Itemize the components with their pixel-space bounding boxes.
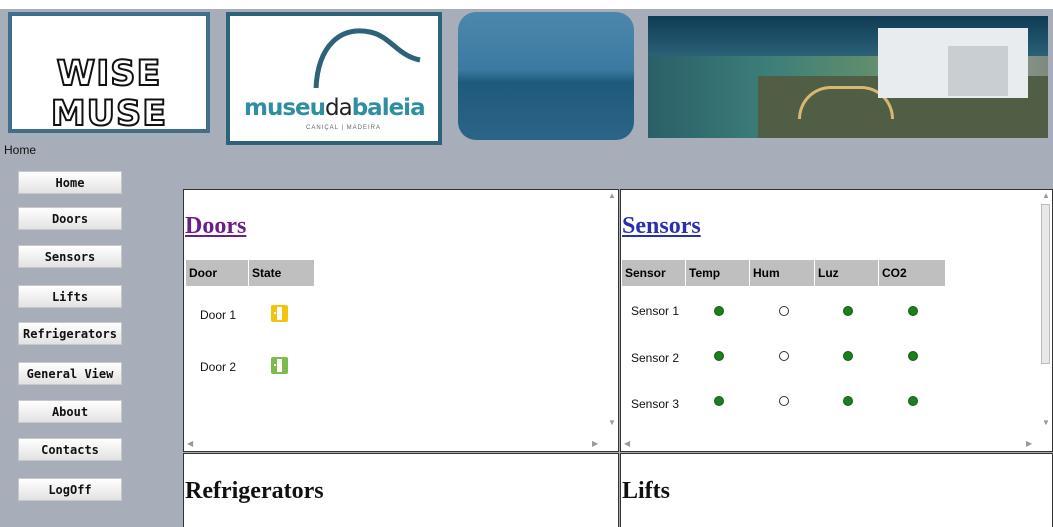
doors-header-state: State [249, 260, 314, 286]
sensors-header-sensor: Sensor [622, 260, 685, 286]
breadcrumb: Home [4, 143, 37, 157]
museum-name: museudabaleia [244, 95, 426, 121]
doors-panel: Doors Door State Door 1 Door 2 ▲ ▼ ◀ ▶ [183, 189, 619, 452]
sensors-horizontal-scrollbar[interactable]: ◀ ▶ [621, 438, 1039, 451]
sensors-header-luz: Luz [815, 260, 878, 286]
sensor-3-temp-status-icon [714, 396, 724, 406]
sensor-2-label: Sensor 2 [631, 351, 680, 365]
sensor-1-co2-status-icon [908, 306, 918, 316]
sensors-header-co2: CO2 [879, 260, 945, 286]
sensors-header-hum: Hum [750, 260, 814, 286]
sensors-title-link[interactable]: Sensors [622, 213, 701, 240]
nav-lifts-button[interactable]: Lifts [18, 285, 122, 308]
sensor-1-luz-status-icon [843, 306, 853, 316]
sensor-2-hum-status-icon [779, 351, 789, 361]
refrigerators-panel: Refrigerators [183, 453, 619, 527]
door-2-label: Door 2 [200, 360, 237, 374]
sensors-panel: Sensors Sensor Temp Hum Luz CO2 Sensor 1… [620, 189, 1053, 452]
nav-general-view-button[interactable]: General View [18, 362, 122, 385]
museum-photo [648, 16, 1048, 138]
museu-da-baleia-logo: museudabaleia CANIÇAL | MADEIRA [226, 12, 442, 145]
door-1-label: Door 1 [200, 308, 237, 322]
refrigerators-title: Refrigerators [185, 478, 324, 504]
nav-refrigerators-button[interactable]: Refrigerators [18, 322, 122, 345]
sensors-vertical-scrollbar[interactable]: ▲ ▼ [1039, 190, 1052, 438]
doors-header-door: Door [186, 260, 248, 286]
nav-contacts-button[interactable]: Contacts [18, 438, 122, 461]
museum-subtitle: CANIÇAL | MADEIRA [306, 125, 382, 131]
lifts-panel: Lifts [620, 453, 1053, 527]
nav-home-button[interactable]: Home [18, 171, 122, 194]
nav-sensors-button[interactable]: Sensors [18, 245, 122, 268]
whale-tail-icon [313, 28, 421, 89]
sensors-header-temp: Temp [686, 260, 749, 286]
top-strip [0, 0, 1053, 9]
sensor-3-label: Sensor 3 [631, 397, 680, 411]
wise-muse-logo: WISE MUSE [8, 12, 210, 135]
doors-title-link[interactable]: Doors [185, 213, 246, 240]
sensor-2-temp-status-icon [714, 351, 724, 361]
sensor-2-luz-status-icon [843, 351, 853, 361]
doors-horizontal-scrollbar[interactable]: ◀ ▶ [184, 438, 605, 451]
door-open-icon [271, 357, 288, 374]
lifts-title: Lifts [622, 478, 670, 504]
nav-doors-button[interactable]: Doors [18, 207, 122, 230]
sensor-1-temp-status-icon [714, 306, 724, 316]
door-closed-icon [271, 305, 288, 322]
sensor-3-co2-status-icon [908, 396, 918, 406]
doors-vertical-scrollbar[interactable]: ▲ ▼ [605, 190, 618, 438]
nav-logoff-button[interactable]: LogOff [18, 478, 122, 501]
nav-about-button[interactable]: About [18, 400, 122, 423]
wise-muse-logo-text: WISE MUSE [50, 53, 168, 135]
sensor-3-hum-status-icon [779, 396, 789, 406]
sensor-1-label: Sensor 1 [631, 304, 680, 318]
sensors-scroll-thumb[interactable] [1041, 204, 1050, 364]
sensor-2-co2-status-icon [908, 351, 918, 361]
sensor-3-luz-status-icon [843, 396, 853, 406]
sensor-1-hum-status-icon [779, 306, 789, 316]
decorative-tile [458, 12, 634, 140]
